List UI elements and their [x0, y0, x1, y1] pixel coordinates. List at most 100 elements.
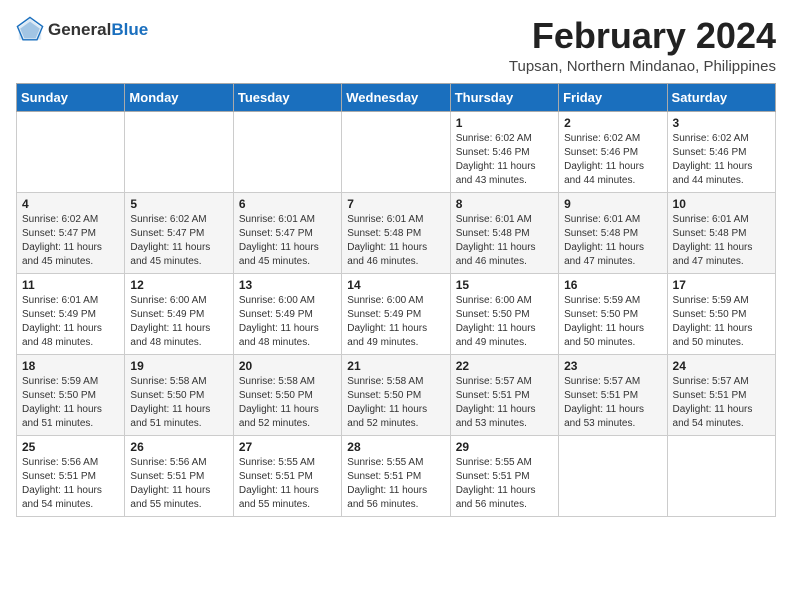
logo-text: GeneralBlue	[48, 20, 148, 40]
header-row: SundayMondayTuesdayWednesdayThursdayFrid…	[17, 83, 776, 111]
day-detail: Sunrise: 6:01 AM Sunset: 5:47 PM Dayligh…	[239, 213, 336, 269]
day-detail: Sunrise: 6:00 AM Sunset: 5:49 PM Dayligh…	[239, 294, 336, 350]
logo: GeneralBlue	[16, 16, 148, 44]
calendar-cell	[342, 111, 450, 192]
calendar-cell: 24 Sunrise: 5:57 AM Sunset: 5:51 PM Dayli…	[667, 354, 775, 435]
day-detail: Sunrise: 5:59 AM Sunset: 5:50 PM Dayligh…	[22, 375, 119, 431]
calendar-cell: 20 Sunrise: 5:58 AM Sunset: 5:50 PM Dayli…	[233, 354, 341, 435]
calendar-cell	[125, 111, 233, 192]
calendar-week-2: 4Sunrise: 6:02 AM Sunset: 5:47 PM Daylig…	[17, 192, 776, 273]
calendar-week-5: 25 Sunrise: 5:56 AM Sunset: 5:51 PM Dayli…	[17, 435, 776, 516]
day-number: 2	[564, 116, 661, 130]
day-detail: Sunrise: 6:01 AM Sunset: 5:48 PM Dayligh…	[347, 213, 444, 269]
calendar-cell: 18 Sunrise: 5:59 AM Sunset: 5:50 PM Dayli…	[17, 354, 125, 435]
day-number: 25	[22, 440, 119, 454]
calendar-cell: 7Sunrise: 6:01 AM Sunset: 5:48 PM Daylig…	[342, 192, 450, 273]
day-detail: Sunrise: 5:58 AM Sunset: 5:50 PM Dayligh…	[239, 375, 336, 431]
calendar-cell: 19 Sunrise: 5:58 AM Sunset: 5:50 PM Dayli…	[125, 354, 233, 435]
day-number: 20	[239, 359, 336, 373]
day-number: 5	[130, 197, 227, 211]
calendar-cell: 15 Sunrise: 6:00 AM Sunset: 5:50 PM Dayli…	[450, 273, 558, 354]
day-number: 11	[22, 278, 119, 292]
day-detail: Sunrise: 6:01 AM Sunset: 5:49 PM Dayligh…	[22, 294, 119, 350]
header-day-thursday: Thursday	[450, 83, 558, 111]
calendar-week-3: 11 Sunrise: 6:01 AM Sunset: 5:49 PM Dayli…	[17, 273, 776, 354]
day-detail: Sunrise: 5:58 AM Sunset: 5:50 PM Dayligh…	[347, 375, 444, 431]
calendar-cell: 3Sunrise: 6:02 AM Sunset: 5:46 PM Daylig…	[667, 111, 775, 192]
day-number: 17	[673, 278, 770, 292]
calendar-cell: 8 Sunrise: 6:01 AM Sunset: 5:48 PM Daylig…	[450, 192, 558, 273]
day-detail: Sunrise: 6:00 AM Sunset: 5:49 PM Dayligh…	[347, 294, 444, 350]
day-number: 9	[564, 197, 661, 211]
day-number: 19	[130, 359, 227, 373]
day-detail: Sunrise: 5:56 AM Sunset: 5:51 PM Dayligh…	[22, 456, 119, 512]
calendar-cell: 22 Sunrise: 5:57 AM Sunset: 5:51 PM Dayli…	[450, 354, 558, 435]
calendar-week-1: 1Sunrise: 6:02 AM Sunset: 5:46 PM Daylig…	[17, 111, 776, 192]
day-number: 22	[456, 359, 553, 373]
day-detail: Sunrise: 6:01 AM Sunset: 5:48 PM Dayligh…	[673, 213, 770, 269]
calendar-week-4: 18 Sunrise: 5:59 AM Sunset: 5:50 PM Dayli…	[17, 354, 776, 435]
calendar-cell: 27 Sunrise: 5:55 AM Sunset: 5:51 PM Dayli…	[233, 435, 341, 516]
header-day-friday: Friday	[559, 83, 667, 111]
day-number: 16	[564, 278, 661, 292]
logo-blue: Blue	[111, 20, 148, 39]
calendar-cell: 28Sunrise: 5:55 AM Sunset: 5:51 PM Dayli…	[342, 435, 450, 516]
calendar-cell: 25 Sunrise: 5:56 AM Sunset: 5:51 PM Dayli…	[17, 435, 125, 516]
day-detail: Sunrise: 5:55 AM Sunset: 5:51 PM Dayligh…	[239, 456, 336, 512]
day-detail: Sunrise: 6:01 AM Sunset: 5:48 PM Dayligh…	[564, 213, 661, 269]
calendar-table: SundayMondayTuesdayWednesdayThursdayFrid…	[16, 83, 776, 517]
day-number: 13	[239, 278, 336, 292]
day-detail: Sunrise: 5:55 AM Sunset: 5:51 PM Dayligh…	[347, 456, 444, 512]
day-detail: Sunrise: 5:55 AM Sunset: 5:51 PM Dayligh…	[456, 456, 553, 512]
calendar-cell: 14 Sunrise: 6:00 AM Sunset: 5:49 PM Dayli…	[342, 273, 450, 354]
day-number: 18	[22, 359, 119, 373]
title-block: February 2024 Tupsan, Northern Mindanao,…	[509, 16, 776, 75]
calendar-cell	[559, 435, 667, 516]
location: Tupsan, Northern Mindanao, Philippines	[509, 58, 776, 75]
logo-general: General	[48, 20, 111, 39]
page-header: GeneralBlue February 2024 Tupsan, Northe…	[16, 16, 776, 75]
header-day-sunday: Sunday	[17, 83, 125, 111]
calendar-cell: 26 Sunrise: 5:56 AM Sunset: 5:51 PM Dayli…	[125, 435, 233, 516]
calendar-cell: 16Sunrise: 5:59 AM Sunset: 5:50 PM Dayli…	[559, 273, 667, 354]
calendar-cell: 17Sunrise: 5:59 AM Sunset: 5:50 PM Dayli…	[667, 273, 775, 354]
calendar-cell: 23Sunrise: 5:57 AM Sunset: 5:51 PM Dayli…	[559, 354, 667, 435]
day-detail: Sunrise: 5:56 AM Sunset: 5:51 PM Dayligh…	[130, 456, 227, 512]
calendar-header: SundayMondayTuesdayWednesdayThursdayFrid…	[17, 83, 776, 111]
calendar-cell: 6 Sunrise: 6:01 AM Sunset: 5:47 PM Daylig…	[233, 192, 341, 273]
day-detail: Sunrise: 6:01 AM Sunset: 5:48 PM Dayligh…	[456, 213, 553, 269]
day-number: 14	[347, 278, 444, 292]
calendar-cell: 1Sunrise: 6:02 AM Sunset: 5:46 PM Daylig…	[450, 111, 558, 192]
day-detail: Sunrise: 6:00 AM Sunset: 5:49 PM Dayligh…	[130, 294, 227, 350]
calendar-body: 1Sunrise: 6:02 AM Sunset: 5:46 PM Daylig…	[17, 111, 776, 516]
day-detail: Sunrise: 6:00 AM Sunset: 5:50 PM Dayligh…	[456, 294, 553, 350]
day-number: 15	[456, 278, 553, 292]
day-number: 29	[456, 440, 553, 454]
calendar-cell: 2Sunrise: 6:02 AM Sunset: 5:46 PM Daylig…	[559, 111, 667, 192]
logo-icon	[16, 16, 44, 44]
day-detail: Sunrise: 6:02 AM Sunset: 5:47 PM Dayligh…	[22, 213, 119, 269]
calendar-cell: 13 Sunrise: 6:00 AM Sunset: 5:49 PM Dayli…	[233, 273, 341, 354]
calendar-cell: 4Sunrise: 6:02 AM Sunset: 5:47 PM Daylig…	[17, 192, 125, 273]
day-detail: Sunrise: 6:02 AM Sunset: 5:47 PM Dayligh…	[130, 213, 227, 269]
day-number: 27	[239, 440, 336, 454]
day-detail: Sunrise: 5:57 AM Sunset: 5:51 PM Dayligh…	[673, 375, 770, 431]
calendar-cell: 12 Sunrise: 6:00 AM Sunset: 5:49 PM Dayli…	[125, 273, 233, 354]
day-number: 23	[564, 359, 661, 373]
day-number: 12	[130, 278, 227, 292]
header-day-tuesday: Tuesday	[233, 83, 341, 111]
day-number: 6	[239, 197, 336, 211]
calendar-cell	[233, 111, 341, 192]
day-number: 8	[456, 197, 553, 211]
day-number: 24	[673, 359, 770, 373]
day-number: 26	[130, 440, 227, 454]
day-number: 10	[673, 197, 770, 211]
day-detail: Sunrise: 6:02 AM Sunset: 5:46 PM Dayligh…	[673, 132, 770, 188]
calendar-cell: 5 Sunrise: 6:02 AM Sunset: 5:47 PM Daylig…	[125, 192, 233, 273]
month-year: February 2024	[509, 16, 776, 56]
calendar-cell: 10 Sunrise: 6:01 AM Sunset: 5:48 PM Dayli…	[667, 192, 775, 273]
day-detail: Sunrise: 5:58 AM Sunset: 5:50 PM Dayligh…	[130, 375, 227, 431]
calendar-cell: 11 Sunrise: 6:01 AM Sunset: 5:49 PM Dayli…	[17, 273, 125, 354]
day-detail: Sunrise: 5:57 AM Sunset: 5:51 PM Dayligh…	[456, 375, 553, 431]
calendar-cell	[17, 111, 125, 192]
